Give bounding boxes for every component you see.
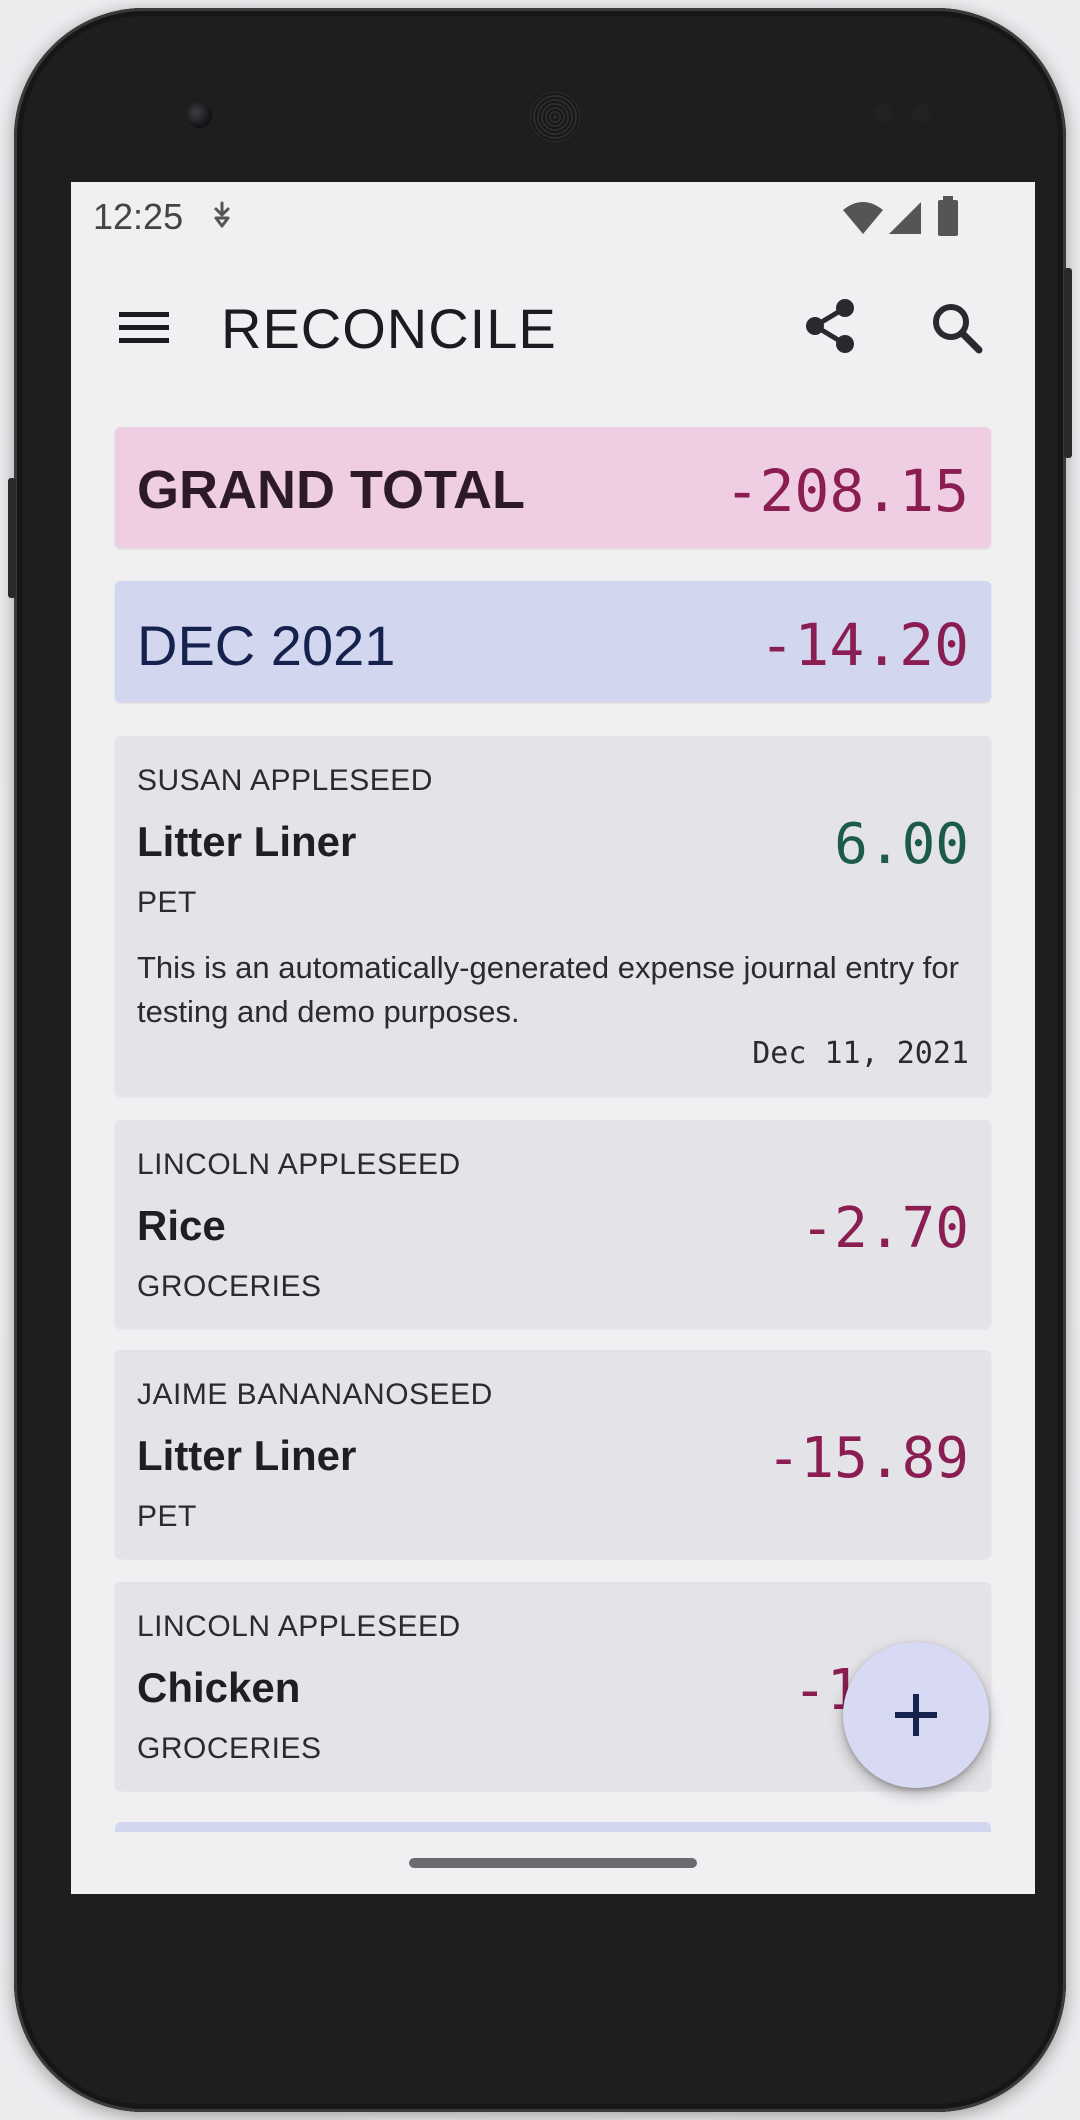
battery-icon xyxy=(938,196,958,236)
phone-body: 12:25 RECONCILE GRAND TOTAL -208.15 DEC … xyxy=(8,8,1072,2112)
page-title: RECONCILE xyxy=(221,297,557,360)
entry-date: Dec 11, 2021 xyxy=(752,1036,969,1071)
entry-note: This is an automatically-generated expen… xyxy=(137,950,959,1029)
device-frame-background: 12:25 RECONCILE GRAND TOTAL -208.15 DEC … xyxy=(0,0,1080,2120)
entry-item: Litter Liner xyxy=(137,818,357,865)
app-screen: 12:25 RECONCILE GRAND TOTAL -208.15 DEC … xyxy=(71,182,1035,1894)
phone-volume-button xyxy=(1064,268,1072,458)
expense-entry-card[interactable]: LINCOLN APPLESEED Rice -2.70 GROCERIES xyxy=(115,1120,991,1328)
entry-category: GROCERIES xyxy=(137,1732,322,1765)
light-sensor xyxy=(912,104,930,122)
share-icon[interactable] xyxy=(801,296,861,356)
status-bar: 12:25 xyxy=(71,182,1035,248)
entry-item: Chicken xyxy=(137,1664,301,1711)
entry-category: PET xyxy=(137,1500,197,1533)
entry-amount: -2.70 xyxy=(800,1196,969,1261)
entry-category: PET xyxy=(137,886,197,919)
grand-total-amount: -208.15 xyxy=(724,457,969,525)
add-entry-fab[interactable] xyxy=(843,1642,989,1788)
entry-amount: 6.00 xyxy=(834,812,969,877)
earpiece-speaker xyxy=(530,92,580,142)
entry-person: LINCOLN APPLESEED xyxy=(137,1610,461,1643)
wifi-icon xyxy=(843,202,883,234)
front-camera xyxy=(186,102,212,128)
grand-total-label: GRAND TOTAL xyxy=(137,460,525,520)
entry-category: GROCERIES xyxy=(137,1270,322,1303)
expense-entry-card[interactable]: JAIME BANANANOSEED Litter Liner -15.89 P… xyxy=(115,1350,991,1558)
expense-entry-card[interactable]: SUSAN APPLESEED Litter Liner 6.00 PET Th… xyxy=(115,736,991,1096)
search-icon[interactable] xyxy=(929,300,985,356)
entry-person: LINCOLN APPLESEED xyxy=(137,1148,461,1181)
next-month-header-peek xyxy=(115,1822,991,1832)
proximity-sensor xyxy=(874,104,892,122)
entry-item: Litter Liner xyxy=(137,1432,357,1479)
grand-total-card: GRAND TOTAL -208.15 xyxy=(115,427,991,548)
home-indicator[interactable] xyxy=(409,1858,697,1868)
month-total-amount: -14.20 xyxy=(759,611,969,679)
cellular-signal-icon xyxy=(889,202,921,234)
data-saver-icon xyxy=(214,201,230,228)
month-header-card[interactable]: DEC 2021 -14.20 xyxy=(115,581,991,702)
entry-item: Rice xyxy=(137,1202,226,1249)
status-time: 12:25 xyxy=(93,196,184,237)
month-label: DEC 2021 xyxy=(137,614,396,677)
phone-side-button xyxy=(8,478,16,598)
entry-person: JAIME BANANANOSEED xyxy=(137,1378,493,1411)
plus-icon xyxy=(895,1694,937,1736)
entry-amount: -15.89 xyxy=(766,1426,969,1491)
menu-icon[interactable] xyxy=(119,302,169,352)
entry-person: SUSAN APPLESEED xyxy=(137,764,433,797)
top-app-bar: RECONCILE xyxy=(71,262,1035,402)
